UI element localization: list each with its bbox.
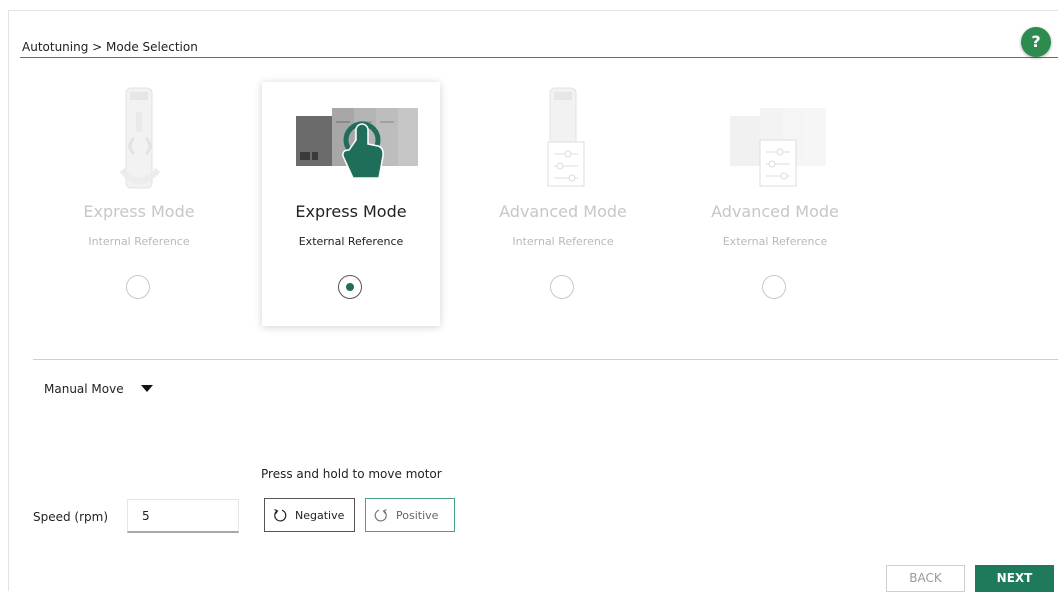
mode-radio-express-internal[interactable] (126, 275, 150, 299)
caret-down-icon[interactable] (141, 385, 153, 392)
plc-touch-icon (296, 108, 418, 179)
mode-card-advanced-external[interactable]: Advanced Mode External Reference (686, 82, 864, 326)
rotate-ccw-icon (274, 508, 287, 522)
servo-drive-icon (119, 87, 161, 189)
mode-card-advanced-internal[interactable]: Advanced Mode Internal Reference (474, 82, 652, 326)
mode-card-express-external[interactable]: Express Mode External Reference (262, 82, 440, 326)
back-button[interactable]: BACK (886, 565, 965, 592)
mode-title: Express Mode (295, 202, 407, 221)
mode-radio-express-external[interactable] (338, 275, 362, 299)
mode-subtitle: Internal Reference (88, 235, 190, 248)
negative-label: Negative (295, 508, 345, 522)
speed-input[interactable] (127, 499, 239, 533)
positive-label: Positive (396, 508, 439, 522)
manual-move-toggle[interactable]: Manual Move (44, 382, 124, 396)
negative-move-button[interactable]: Negative (264, 498, 355, 532)
move-motor-hint: Press and hold to move motor (261, 467, 442, 481)
mode-subtitle: External Reference (298, 235, 404, 248)
speed-label: Speed (rpm) (33, 510, 109, 524)
positive-move-button[interactable]: Positive (365, 498, 455, 532)
breadcrumb-divider (20, 57, 1058, 58)
help-icon[interactable]: ? (1021, 27, 1051, 57)
mode-subtitle: Internal Reference (512, 235, 614, 248)
plc-settings-icon (730, 108, 826, 187)
mode-title: Advanced Mode (499, 202, 627, 221)
mode-card-express-internal[interactable]: Express Mode Internal Reference (50, 82, 228, 326)
mode-title: Advanced Mode (711, 202, 839, 221)
rotate-cw-icon (374, 508, 387, 522)
mode-radio-advanced-internal[interactable] (550, 275, 574, 299)
mode-title: Express Mode (83, 202, 195, 221)
section-divider (33, 359, 1058, 360)
mode-subtitle: External Reference (722, 235, 828, 248)
servo-drive-settings-icon (547, 87, 585, 187)
next-button[interactable]: NEXT (975, 565, 1054, 592)
mode-radio-advanced-external[interactable] (762, 275, 786, 299)
radio-selected-dot (346, 283, 354, 291)
breadcrumb: Autotuning > Mode Selection (22, 40, 198, 54)
